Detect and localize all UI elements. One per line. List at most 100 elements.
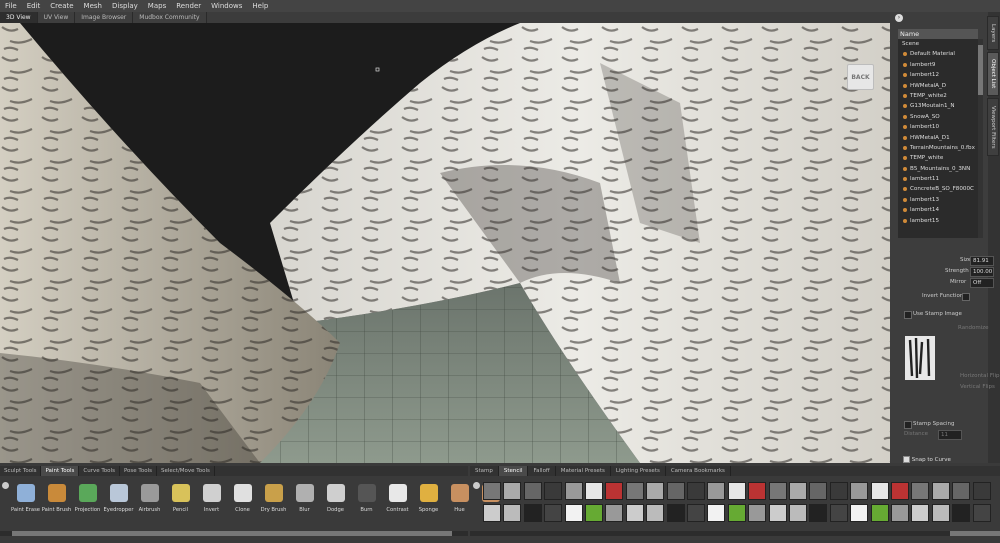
- library-tab-lighting-presets[interactable]: Lighting Presets: [611, 466, 666, 476]
- stencil-thumbnail[interactable]: [829, 504, 848, 522]
- object-list-item[interactable]: TEMP_white: [898, 153, 978, 163]
- stencil-thumbnail[interactable]: [483, 504, 501, 522]
- tool-blur[interactable]: Blur: [289, 478, 320, 522]
- tab-object-list[interactable]: Object List: [987, 52, 999, 96]
- stencil-thumbnail[interactable]: [972, 482, 991, 500]
- tab-image-browser[interactable]: Image Browser: [75, 12, 134, 23]
- object-list-item[interactable]: TEMP_white2: [898, 91, 978, 101]
- stencil-thumbnail[interactable]: [748, 504, 767, 522]
- library-tab-stencil[interactable]: Stencil: [498, 466, 529, 476]
- stencil-thumbnail[interactable]: [931, 504, 950, 522]
- object-list-item[interactable]: lambert12: [898, 70, 978, 80]
- scene-node[interactable]: Scene: [898, 39, 978, 49]
- back-button[interactable]: BACK: [847, 64, 874, 90]
- stencil-thumbnail[interactable]: [870, 482, 889, 500]
- object-list-item[interactable]: HWMetalA_D1: [898, 133, 978, 143]
- snap-to-curve-checkbox[interactable]: [903, 456, 910, 463]
- stencil-thumbnail[interactable]: [544, 482, 563, 500]
- library-menu-icon[interactable]: [473, 482, 480, 489]
- tool-dry-brush[interactable]: Dry Brush: [258, 478, 289, 522]
- stencil-thumbnail[interactable]: [523, 504, 542, 522]
- stencil-thumbnail[interactable]: [605, 504, 624, 522]
- invert-function-checkbox[interactable]: [962, 293, 970, 301]
- panel-collapse-icon[interactable]: ›: [895, 14, 903, 22]
- stencil-thumbnail[interactable]: [911, 482, 930, 500]
- library-tab-falloff[interactable]: Falloff: [528, 466, 556, 476]
- tool-pencil[interactable]: Pencil: [165, 478, 196, 522]
- stencil-thumbnail[interactable]: [952, 482, 971, 500]
- tab-mudbox-community[interactable]: Mudbox Community: [133, 12, 207, 23]
- tool-paint-erase[interactable]: Paint Erase: [10, 478, 41, 522]
- tool-contrast[interactable]: Contrast: [382, 478, 413, 522]
- object-list-item[interactable]: SnowA_SO: [898, 112, 978, 122]
- stencil-thumbnail[interactable]: [687, 482, 705, 500]
- shelf-tab-curve-tools[interactable]: Curve Tools: [79, 466, 120, 476]
- shelf-tab-sculpt-tools[interactable]: Sculpt Tools: [0, 466, 42, 476]
- object-list-item[interactable]: lambert13: [898, 195, 978, 205]
- stencil-thumbnail[interactable]: [666, 482, 685, 500]
- stencil-thumbnail[interactable]: [483, 482, 501, 500]
- menu-windows[interactable]: Windows: [206, 2, 247, 10]
- use-stamp-checkbox[interactable]: [904, 311, 912, 319]
- mirror-dropdown[interactable]: Off: [970, 278, 994, 288]
- stencil-thumbnail[interactable]: [870, 504, 889, 522]
- object-list-item[interactable]: TerrainMountains_0.fbx: [898, 143, 978, 153]
- stencil-thumbnail[interactable]: [931, 482, 950, 500]
- tab-3d-view[interactable]: 3D View: [0, 12, 38, 23]
- menu-create[interactable]: Create: [45, 2, 78, 10]
- stencil-thumbnail[interactable]: [646, 504, 665, 522]
- tool-paint-brush[interactable]: Paint Brush: [41, 478, 72, 522]
- stencil-thumbnail[interactable]: [544, 504, 563, 522]
- menu-file[interactable]: File: [0, 2, 22, 10]
- tool-hue[interactable]: Hue: [444, 478, 475, 522]
- stencil-thumbnail[interactable]: [850, 482, 869, 500]
- stencil-thumbnail[interactable]: [768, 482, 787, 500]
- stencil-thumbnail[interactable]: [911, 504, 930, 522]
- distance-field[interactable]: 11: [938, 430, 962, 440]
- stencil-thumbnail[interactable]: [727, 482, 746, 500]
- library-tab-material-presets[interactable]: Material Presets: [556, 466, 611, 476]
- tool-eyedropper[interactable]: Eyedropper: [103, 478, 134, 522]
- stencil-thumbnail[interactable]: [789, 482, 807, 500]
- library-tab-camera-bookmarks[interactable]: Camera Bookmarks: [666, 466, 731, 476]
- shelf-menu-icon[interactable]: [2, 482, 9, 489]
- stencil-thumbnail[interactable]: [707, 482, 726, 500]
- menu-mesh[interactable]: Mesh: [79, 2, 107, 10]
- stencil-thumbnail[interactable]: [850, 504, 869, 522]
- tool-dodge[interactable]: Dodge: [320, 478, 351, 522]
- stencil-thumbnail[interactable]: [605, 482, 624, 500]
- stencil-thumbnail[interactable]: [829, 482, 848, 500]
- tool-burn[interactable]: Burn: [351, 478, 382, 522]
- tab-layers[interactable]: Layers: [987, 16, 999, 50]
- stencil-thumbnail[interactable]: [952, 504, 971, 522]
- stencil-thumbnail[interactable]: [891, 482, 909, 500]
- stencil-thumbnail[interactable]: [564, 504, 583, 522]
- 3d-viewport[interactable]: BACK: [0, 23, 890, 463]
- strength-field[interactable]: 100.00: [970, 267, 994, 277]
- stencil-thumbnail[interactable]: [727, 504, 746, 522]
- tool-invert[interactable]: Invert: [196, 478, 227, 522]
- tab-viewport-filters[interactable]: Viewport Filters: [987, 98, 999, 156]
- stencil-thumbnail[interactable]: [625, 482, 644, 500]
- size-field[interactable]: 81.91: [970, 256, 994, 266]
- menu-maps[interactable]: Maps: [143, 2, 171, 10]
- object-list-item[interactable]: lambert10: [898, 122, 978, 132]
- shelf-tab-paint-tools[interactable]: Paint Tools: [41, 466, 80, 476]
- stencil-thumbnail[interactable]: [891, 504, 909, 522]
- tool-sponge[interactable]: Sponge: [413, 478, 444, 522]
- object-list-item[interactable]: HWMetalA_D: [898, 81, 978, 91]
- stamp-preview[interactable]: [905, 336, 935, 380]
- stamp-spacing-checkbox[interactable]: [904, 421, 912, 429]
- tools-scrollbar[interactable]: [0, 531, 468, 536]
- object-list-item[interactable]: lambert9: [898, 60, 978, 70]
- menu-render[interactable]: Render: [171, 2, 206, 10]
- object-list-item[interactable]: B5_Mountains_0_3NN: [898, 164, 978, 174]
- tool-clone[interactable]: Clone: [227, 478, 258, 522]
- stencil-thumbnail[interactable]: [666, 504, 685, 522]
- stencil-thumbnail[interactable]: [585, 504, 603, 522]
- stencil-thumbnail[interactable]: [748, 482, 767, 500]
- stencil-thumbnail[interactable]: [646, 482, 665, 500]
- stencil-thumbnail[interactable]: [523, 482, 542, 500]
- object-list-item[interactable]: G13Moutain1_N: [898, 101, 978, 111]
- stencil-thumbnail[interactable]: [809, 504, 828, 522]
